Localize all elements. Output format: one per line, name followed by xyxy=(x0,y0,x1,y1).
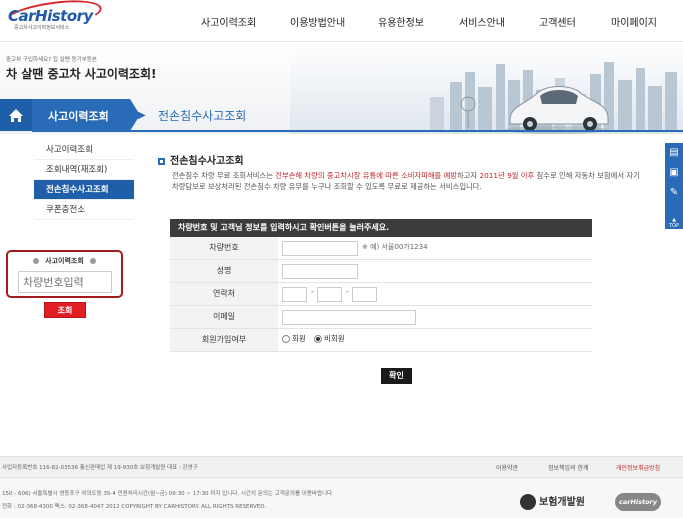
privacy-link[interactable]: 개인정보취급방침 xyxy=(616,463,660,472)
pen-icon[interactable]: ✎ xyxy=(665,183,683,203)
lookup-button[interactable]: 조회 xyxy=(44,302,86,318)
radio-nonmember[interactable]: 비회원 xyxy=(314,333,345,344)
bullet-icon xyxy=(33,258,40,264)
sidebar-item-inquiry-history[interactable]: 조회내역(재조회) xyxy=(34,160,134,180)
phone-dash: - xyxy=(346,287,349,296)
terms-link[interactable]: 이용약관 xyxy=(496,463,518,472)
sidebar-menu: 사고이력조회 조회내역(재조회) 전손침수사고조회 쿠폰충전소 xyxy=(34,140,134,220)
gnb-my-page[interactable]: 마이페이지 xyxy=(611,14,657,29)
radio-member[interactable]: 회원 xyxy=(282,333,306,344)
form-row-email: 이메일 xyxy=(170,306,592,329)
page-footer: 사업자등록번호 116-82-03536 통신판매업 제 19-930호 보험개… xyxy=(0,456,683,518)
sub-nav-band: 사고이력조회 ▶ 전손침수사고조회 xyxy=(0,99,683,133)
radio-checked-icon xyxy=(314,335,322,343)
carhistory-footer-logo: carHistory xyxy=(615,493,661,511)
gnb-service-guide[interactable]: 서비스안내 xyxy=(459,14,505,29)
email-field[interactable] xyxy=(282,310,416,325)
car-number-example: ※ 예) 서울00가1234 xyxy=(362,243,428,251)
footer-copyright: 전화 : 02-368-4300 팩스: 02-368-4047 2012 CO… xyxy=(2,504,267,510)
inquiry-form: 차량번호 ※ 예) 서울00가1234 성명 연락처 - - 이메일 회원가입여… xyxy=(170,237,592,352)
quick-side-tabs: ▤ ▣ ✎ ▲ TOP xyxy=(665,143,683,229)
service-description: 전손침수 차량 무료 조회서비스는 전부손해 차량의 중고차시장 유통에 따른 … xyxy=(172,171,640,191)
top-header: CarHistory 중고차사고이력정보서비스 사고이력조회 이용방법안내 유용… xyxy=(0,0,683,42)
form-row-membership: 회원가입여부 회원 비회원 xyxy=(170,329,592,352)
sidebar-item-accident-history[interactable]: 사고이력조회 xyxy=(34,140,134,160)
nav-underline xyxy=(32,130,683,132)
phone-field-1[interactable] xyxy=(282,287,307,302)
phone-dash: - xyxy=(311,287,314,296)
gnb-how-to-use[interactable]: 이용방법안내 xyxy=(290,14,345,29)
phone-label: 연락처 xyxy=(170,283,278,305)
gnb-customer-center[interactable]: 고객센터 xyxy=(539,14,576,29)
car-number-input[interactable] xyxy=(18,271,112,293)
footer-bar: 사업자등록번호 116-82-03536 통신판매업 제 19-930호 보험개… xyxy=(0,456,683,478)
kidi-mark-icon xyxy=(520,494,536,510)
hero-tagline: 중고차 구입하세요? 집 살땐 등기부등본 xyxy=(6,57,97,63)
form-row-car-number: 차량번호 ※ 예) 서울00가1234 xyxy=(170,237,592,260)
gnb-useful-info[interactable]: 유용한정보 xyxy=(378,14,424,29)
kidi-logo: 보험개발원 xyxy=(520,493,585,510)
form-row-phone: 연락처 - - xyxy=(170,283,592,306)
car-number-field[interactable] xyxy=(282,241,358,256)
square-bullet-icon xyxy=(158,157,165,165)
car-number-label: 차량번호 xyxy=(170,237,278,259)
home-icon xyxy=(9,109,23,122)
membership-label: 회원가입여부 xyxy=(170,329,278,351)
breadcrumb-current: 전손침수사고조회 xyxy=(158,109,247,123)
sidebar-item-coupon[interactable]: 쿠폰충전소 xyxy=(34,200,134,220)
footer-address: 150 - 606) 서울특별시 영등포구 여의도동 35-4 민원처리시간(월… xyxy=(2,491,334,497)
phone-field-3[interactable] xyxy=(352,287,377,302)
business-info: 사업자등록번호 116-82-03536 통신판매업 제 19-930호 보험개… xyxy=(2,465,198,471)
sidebar-item-total-loss-flood[interactable]: 전손침수사고조회 xyxy=(34,180,134,200)
bullet-icon xyxy=(89,258,96,264)
name-field[interactable] xyxy=(282,264,358,279)
gnb-accident-history[interactable]: 사고이력조회 xyxy=(201,14,256,29)
home-button[interactable] xyxy=(0,99,32,131)
global-nav: 사고이력조회 이용방법안내 유용한정보 서비스안내 고객센터 마이페이지 xyxy=(0,14,683,29)
phone-field-2[interactable] xyxy=(317,287,342,302)
radio-icon xyxy=(282,335,290,343)
scroll-top-button[interactable]: ▲ TOP xyxy=(665,217,683,229)
name-label: 성명 xyxy=(170,260,278,282)
email-label: 이메일 xyxy=(170,306,278,328)
document-icon[interactable]: ▤ xyxy=(665,143,683,163)
form-instruction-bar: 차량번호 및 고객님 정보를 입력하시고 확인버튼을 눌러주세요. xyxy=(170,219,592,237)
quick-lookup-title: 사고이력조회 xyxy=(8,256,121,266)
category-tab[interactable]: 사고이력조회 xyxy=(32,99,140,131)
liability-link[interactable]: 정보책임의 한계 xyxy=(548,463,589,472)
car-icon[interactable]: ▣ xyxy=(665,163,683,183)
quick-lookup-box: 사고이력조회 xyxy=(6,250,123,298)
hero-headline: 차 살땐 중고차 사고이력조회! xyxy=(6,67,157,81)
form-row-name: 성명 xyxy=(170,260,592,283)
breadcrumb-arrow-icon: ▶ xyxy=(138,110,146,121)
section-heading: 전손침수사고조회 xyxy=(158,152,244,167)
confirm-button[interactable]: 확인 xyxy=(381,368,412,384)
